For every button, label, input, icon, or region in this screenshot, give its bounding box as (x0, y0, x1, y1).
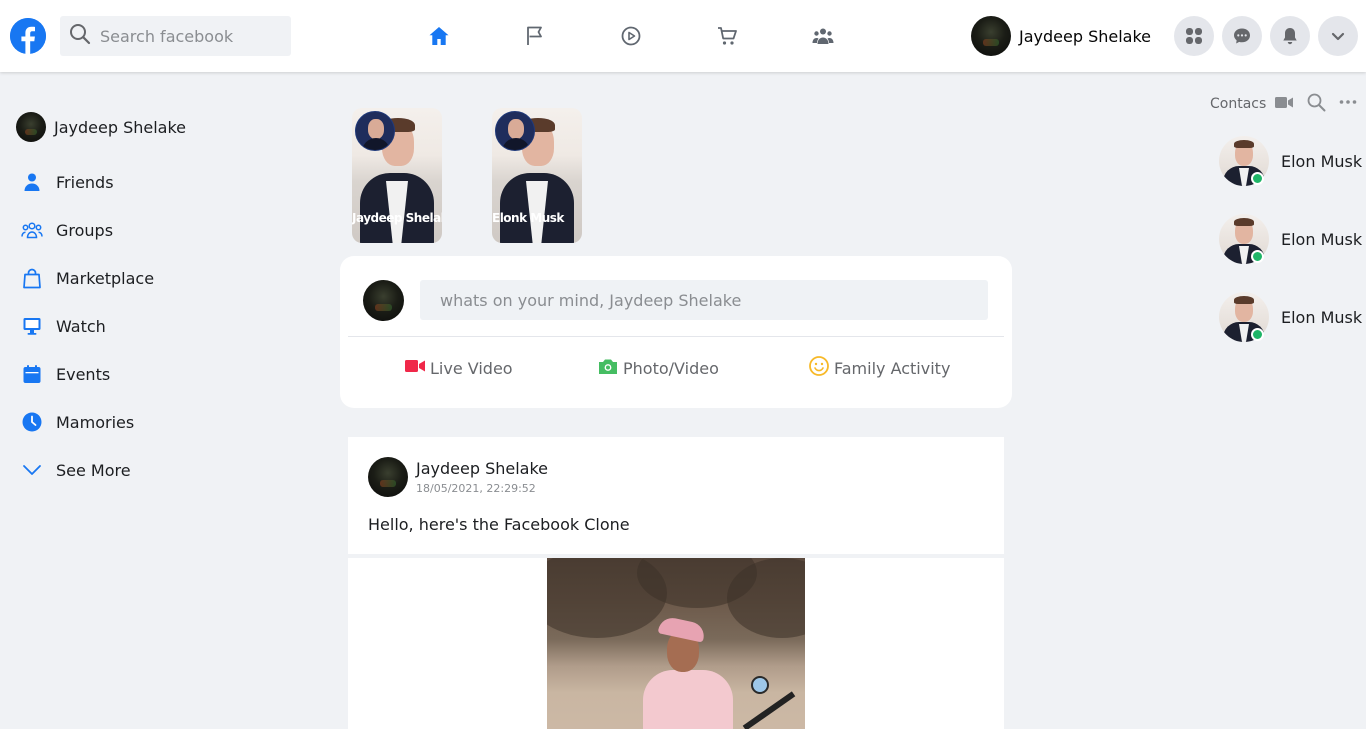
chat-icon (1234, 28, 1250, 44)
post-timestamp: 18/05/2021, 22:29:52 (416, 482, 536, 495)
live-video-button[interactable]: Live Video (404, 356, 513, 380)
search-input[interactable] (100, 26, 280, 46)
more-options-icon[interactable] (1338, 92, 1358, 116)
divider (348, 336, 1004, 337)
search-icon[interactable] (1306, 92, 1326, 116)
contacts-header: Contacs (1210, 92, 1358, 116)
clock-icon (16, 406, 48, 438)
sidebar-item-events[interactable]: Events (16, 350, 316, 398)
family-activity-label: Family Activity (834, 358, 951, 378)
contacts-title: Contacs (1210, 96, 1267, 112)
header-profile-chip[interactable]: Jaydeep Shelake (971, 16, 1151, 56)
messenger-button[interactable] (1222, 16, 1262, 56)
video-camera-icon (404, 355, 426, 381)
contact-item[interactable]: Elon Musk (1219, 136, 1362, 186)
bell-icon (1283, 28, 1297, 45)
groups-icon[interactable] (809, 22, 837, 50)
marketplace-icon[interactable] (713, 22, 741, 50)
sidebar-item-friends[interactable]: Friends (16, 158, 316, 206)
top-navbar: Jaydeep Shelake (0, 0, 1366, 72)
left-sidebar: Jaydeep Shelake Friends Groups Marketpla… (16, 110, 316, 494)
online-status-badge (1251, 250, 1264, 263)
sidebar-item-label: See More (56, 460, 131, 480)
sidebar-item-see-more[interactable]: See More (16, 446, 316, 494)
photo-video-label: Photo/Video (623, 358, 719, 378)
facebook-logo-icon[interactable] (10, 18, 46, 54)
live-video-label: Live Video (430, 358, 513, 378)
video-camera-icon[interactable] (1274, 92, 1294, 116)
story-card[interactable]: Jaydeep Shelake (352, 108, 442, 243)
contact-name: Elon Musk (1281, 229, 1363, 249)
sidebar-item-groups[interactable]: Groups (16, 206, 316, 254)
sidebar-item-watch[interactable]: Watch (16, 302, 316, 350)
avatar (971, 16, 1011, 56)
contact-name: Elon Musk (1281, 151, 1363, 171)
avatar (363, 280, 404, 321)
story-avatar (355, 111, 395, 151)
smiley-icon (808, 355, 830, 381)
sidebar-item-label: Jaydeep Shelake (54, 117, 187, 137)
sidebar-item-label: Groups (56, 220, 114, 240)
sidebar-item-label: Mamories (56, 412, 135, 432)
menu-grid-button[interactable] (1174, 16, 1214, 56)
contact-item[interactable]: Elon Musk (1219, 214, 1362, 264)
marketplace-bag-icon (16, 262, 48, 294)
online-status-badge (1251, 328, 1264, 341)
story-card[interactable]: Elonk Musk (492, 108, 582, 243)
monitor-icon (16, 310, 48, 342)
search-bar[interactable] (60, 16, 291, 56)
home-icon[interactable] (425, 22, 453, 50)
account-menu-button[interactable] (1318, 16, 1358, 56)
post-composer: Live Video Photo/Video Family Activity (340, 256, 1012, 408)
header-profile-name: Jaydeep Shelake (1019, 26, 1152, 46)
sidebar-item-profile[interactable]: Jaydeep Shelake (16, 110, 316, 144)
story-name: Jaydeep Shelake (352, 211, 442, 225)
avatar[interactable] (368, 457, 408, 497)
family-activity-button[interactable]: Family Activity (808, 356, 950, 380)
story-avatar (495, 111, 535, 151)
grid-icon (1186, 28, 1202, 44)
sidebar-item-label: Friends (56, 172, 114, 192)
flag-icon[interactable] (521, 22, 549, 50)
online-status-badge (1251, 172, 1264, 185)
search-icon (68, 22, 92, 50)
feed-post: Jaydeep Shelake 18/05/2021, 22:29:52 Hel… (348, 437, 1004, 729)
camera-icon (597, 355, 619, 381)
calendar-icon (16, 358, 48, 390)
contact-item[interactable]: Elon Musk (1219, 292, 1362, 342)
avatar (16, 112, 46, 142)
friends-icon (16, 166, 48, 198)
sidebar-item-label: Watch (56, 316, 106, 336)
notifications-button[interactable] (1270, 16, 1310, 56)
contact-name: Elon Musk (1281, 307, 1363, 327)
chevron-down-icon (16, 454, 48, 486)
composer-input[interactable] (420, 280, 988, 320)
sidebar-item-memories[interactable]: Mamories (16, 398, 316, 446)
photo-video-button[interactable]: Photo/Video (597, 356, 719, 380)
story-name: Elonk Musk (492, 211, 564, 225)
post-text: Hello, here's the Facebook Clone (368, 515, 630, 534)
sidebar-item-label: Marketplace (56, 268, 155, 288)
chevron-down-icon (1331, 32, 1345, 41)
sidebar-item-marketplace[interactable]: Marketplace (16, 254, 316, 302)
sidebar-item-label: Events (56, 364, 111, 384)
groups-icon (16, 214, 48, 246)
watch-icon[interactable] (617, 22, 645, 50)
post-author[interactable]: Jaydeep Shelake (416, 459, 548, 478)
post-image[interactable] (547, 558, 805, 729)
